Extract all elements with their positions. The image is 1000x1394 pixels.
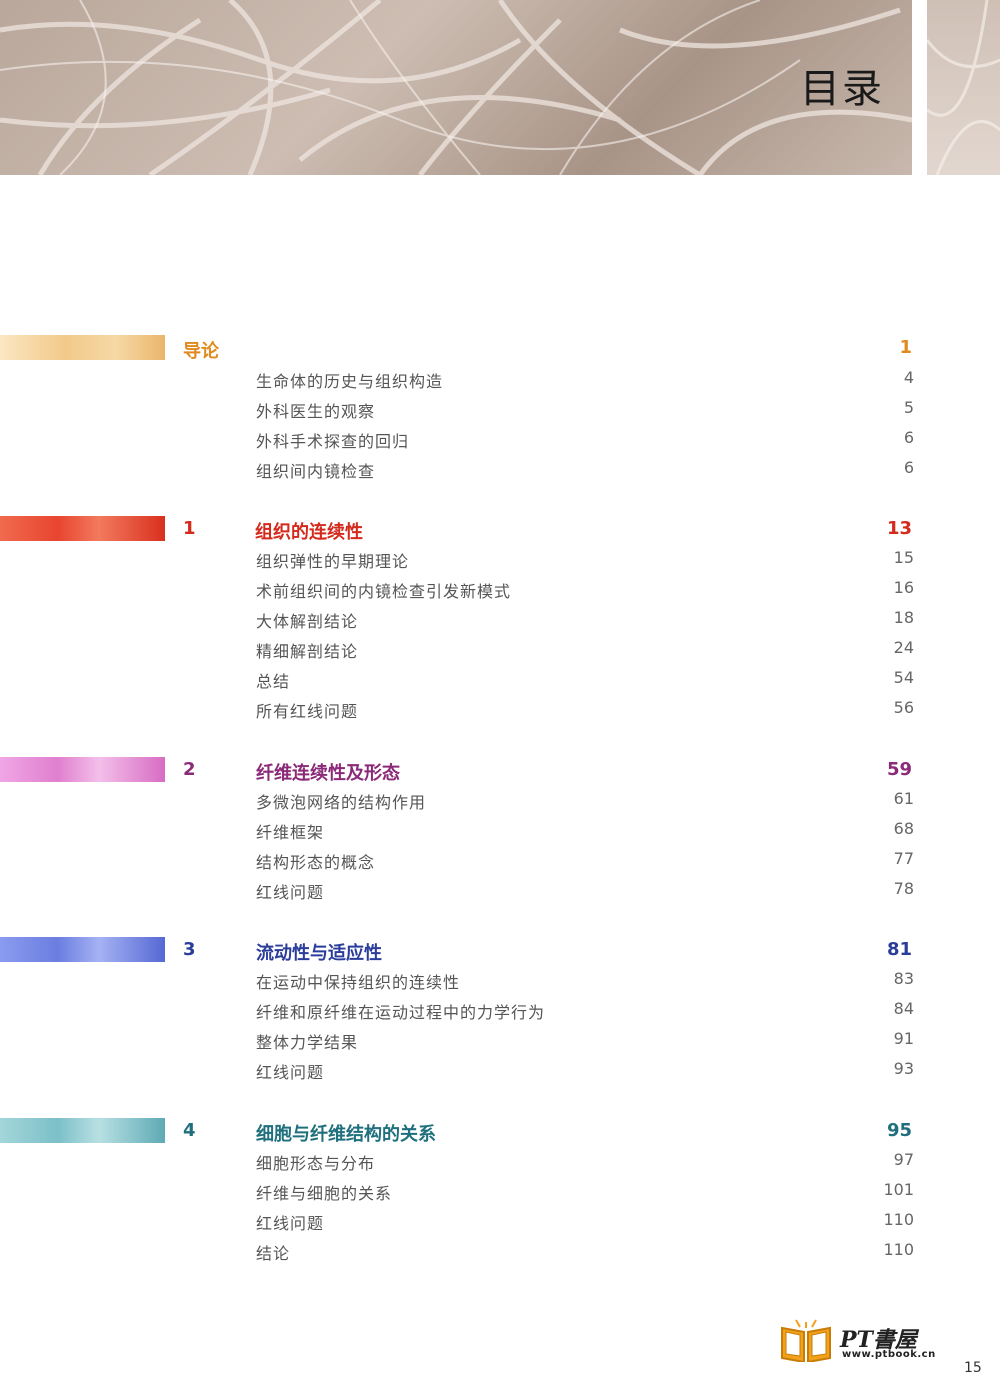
entry-page: 16	[893, 578, 914, 597]
entry-page: 101	[883, 1180, 914, 1199]
entry-page: 97	[893, 1150, 914, 1169]
entry-page: 77	[893, 849, 914, 868]
color-bar	[0, 335, 165, 360]
entry-page: 54	[893, 668, 914, 687]
toc-entry[interactable]: 组织弹性的早期理论 15	[256, 548, 914, 578]
entry-title: 结构形态的概念	[256, 853, 376, 872]
toc-entry[interactable]: 细胞形态与分布 97	[256, 1150, 914, 1180]
entry-title: 纤维框架	[256, 823, 325, 842]
chapter-page: 1	[899, 337, 912, 358]
logo: PT書屋 www.ptbook.cn	[778, 1318, 948, 1364]
toc-entry[interactable]: 大体解剖结论 18	[256, 608, 914, 638]
toc-entry[interactable]: 结论 110	[256, 1240, 914, 1270]
color-bar	[0, 1118, 165, 1143]
entry-title: 总结	[256, 672, 291, 691]
entry-title: 细胞形态与分布	[256, 1154, 376, 1173]
entry-title: 外科医生的观察	[256, 402, 376, 421]
chapter-number: 4	[183, 1120, 196, 1141]
color-bar	[0, 937, 165, 962]
chapter-title: 流动性与适应性	[256, 943, 382, 964]
entry-page: 110	[883, 1210, 914, 1229]
entry-page: 5	[903, 398, 914, 417]
toc-entry[interactable]: 组织间内镜检查 6	[256, 458, 914, 488]
entry-title: 精细解剖结论	[256, 642, 359, 661]
toc-entry[interactable]: 总结 54	[256, 668, 914, 698]
entry-page: 15	[893, 548, 914, 567]
entry-title: 多微泡网络的结构作用	[256, 793, 427, 812]
entry-title: 结论	[256, 1244, 291, 1263]
chapter-page: 59	[886, 759, 912, 780]
toc-entry[interactable]: 在运动中保持组织的连续性 83	[256, 969, 914, 999]
fiber-texture-image	[0, 0, 912, 175]
entry-page: 56	[893, 698, 914, 717]
toc-entry[interactable]: 纤维框架 68	[256, 819, 914, 849]
entry-page: 83	[893, 969, 914, 988]
entry-page: 68	[893, 819, 914, 838]
chapter-page: 81	[886, 939, 912, 960]
entry-title: 所有红线问题	[256, 702, 359, 721]
entry-page: 84	[893, 999, 914, 1018]
entry-page: 93	[893, 1059, 914, 1078]
entry-page: 6	[903, 428, 914, 447]
entry-title: 纤维与细胞的关系	[256, 1184, 393, 1203]
chapter-number: 1	[183, 518, 196, 539]
toc-entry[interactable]: 精细解剖结论 24	[256, 638, 914, 668]
entry-page: 91	[893, 1029, 914, 1048]
chapter-title: 细胞与纤维结构的关系	[256, 1124, 436, 1145]
entry-title: 术前组织间的内镜检查引发新模式	[256, 582, 512, 601]
entry-page: 18	[893, 608, 914, 627]
entry-title: 外科手术探查的回归	[256, 432, 410, 451]
color-bar	[0, 757, 165, 782]
entry-title: 在运动中保持组织的连续性	[256, 973, 461, 992]
page-title: 目录	[800, 66, 884, 112]
open-book-icon	[781, 1319, 831, 1362]
entry-title: 红线问题	[256, 1214, 325, 1233]
page-number: 15	[964, 1360, 982, 1376]
entry-title: 纤维和原纤维在运动过程中的力学行为	[256, 1003, 546, 1022]
chapter-page: 13	[886, 518, 912, 539]
toc-entry[interactable]: 术前组织间的内镜检查引发新模式 16	[256, 578, 914, 608]
toc-entry[interactable]: 多微泡网络的结构作用 61	[256, 789, 914, 819]
header-banner	[0, 0, 912, 175]
entry-title: 组织间内镜检查	[256, 462, 376, 481]
entry-title: 生命体的历史与组织构造	[256, 372, 444, 391]
toc-entry[interactable]: 纤维与细胞的关系 101	[256, 1180, 914, 1210]
entry-title: 整体力学结果	[256, 1033, 359, 1052]
toc-entry[interactable]: 结构形态的概念 77	[256, 849, 914, 879]
chapter-number: 3	[183, 939, 196, 960]
logo-url: www.ptbook.cn	[842, 1349, 936, 1360]
toc-entry[interactable]: 外科医生的观察 5	[256, 398, 914, 428]
entry-page: 4	[903, 368, 914, 387]
chapter-number: 2	[183, 759, 196, 780]
chapter-title: 导论	[183, 341, 219, 362]
entry-page: 110	[883, 1240, 914, 1259]
toc-entry[interactable]: 纤维和原纤维在运动过程中的力学行为 84	[256, 999, 914, 1029]
toc-entry[interactable]: 所有红线问题 56	[256, 698, 914, 728]
toc-entry[interactable]: 整体力学结果 91	[256, 1029, 914, 1059]
entry-title: 红线问题	[256, 883, 325, 902]
chapter-title: 组织的连续性	[255, 522, 363, 543]
entry-page: 24	[893, 638, 914, 657]
toc-entry[interactable]: 红线问题 93	[256, 1059, 914, 1089]
entry-title: 大体解剖结论	[256, 612, 359, 631]
chapter-page: 95	[886, 1120, 912, 1141]
entry-title: 组织弹性的早期理论	[256, 552, 410, 571]
toc-entry[interactable]: 红线问题 78	[256, 879, 914, 909]
color-bar	[0, 516, 165, 541]
entry-title: 红线问题	[256, 1063, 325, 1082]
entry-page: 61	[893, 789, 914, 808]
toc-entry[interactable]: 红线问题 110	[256, 1210, 914, 1240]
toc-entry[interactable]: 生命体的历史与组织构造 4	[256, 368, 914, 398]
entry-page: 6	[903, 458, 914, 477]
toc-entry[interactable]: 外科手术探查的回归 6	[256, 428, 914, 458]
chapter-title: 纤维连续性及形态	[256, 763, 400, 784]
entry-page: 78	[893, 879, 914, 898]
header-strip	[927, 0, 1000, 175]
